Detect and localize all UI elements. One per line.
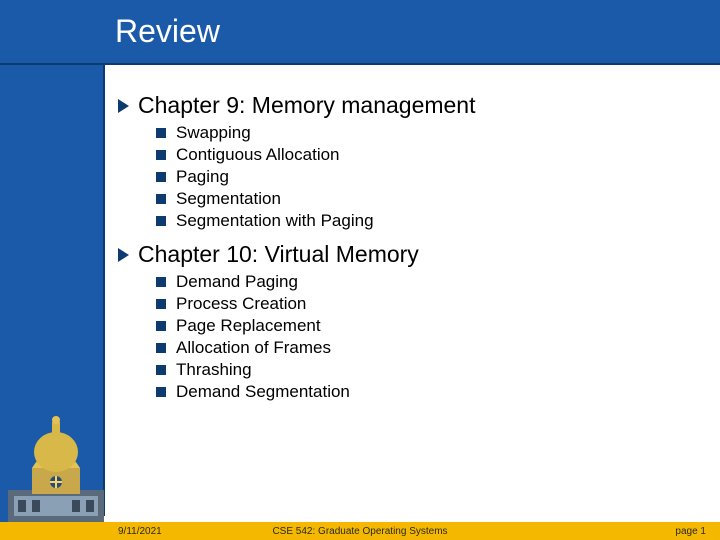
- footer-date: 9/11/2021: [118, 526, 162, 537]
- list-item: Segmentation with Paging: [156, 211, 700, 231]
- list-item: Demand Paging: [156, 272, 700, 292]
- triangle-bullet-icon: [118, 248, 129, 262]
- list-item: Demand Segmentation: [156, 382, 700, 402]
- square-bullet-icon: [156, 365, 166, 375]
- title-bar: Review: [0, 0, 720, 84]
- list-item-text: Swapping: [176, 123, 251, 143]
- square-bullet-icon: [156, 387, 166, 397]
- list-item: Allocation of Frames: [156, 338, 700, 358]
- square-bullet-icon: [156, 172, 166, 182]
- list-item-text: Paging: [176, 167, 229, 187]
- square-bullet-icon: [156, 321, 166, 331]
- dome-logo-icon: [8, 412, 104, 522]
- square-bullet-icon: [156, 128, 166, 138]
- list-item-text: Allocation of Frames: [176, 338, 331, 358]
- list-item: Page Replacement: [156, 316, 700, 336]
- list-item: Process Creation: [156, 294, 700, 314]
- list-item: Paging: [156, 167, 700, 187]
- title-separator: [0, 63, 720, 65]
- list-item: Thrashing: [156, 360, 700, 380]
- square-bullet-icon: [156, 299, 166, 309]
- list-item: Contiguous Allocation: [156, 145, 700, 165]
- slide-title: Review: [115, 13, 220, 50]
- section-heading: Chapter 9: Memory management: [118, 92, 700, 119]
- list-item: Swapping: [156, 123, 700, 143]
- list-item-text: Contiguous Allocation: [176, 145, 340, 165]
- list-item: Segmentation: [156, 189, 700, 209]
- section-heading: Chapter 10: Virtual Memory: [118, 241, 700, 268]
- list-item-text: Segmentation with Paging: [176, 211, 374, 231]
- footer-course: CSE 542: Graduate Operating Systems: [272, 526, 447, 537]
- content-area: Chapter 9: Memory management Swapping Co…: [118, 92, 700, 402]
- square-bullet-icon: [156, 216, 166, 226]
- square-bullet-icon: [156, 343, 166, 353]
- square-bullet-icon: [156, 194, 166, 204]
- list-item-text: Demand Paging: [176, 272, 298, 292]
- list-item-text: Demand Segmentation: [176, 382, 350, 402]
- footer: 9/11/2021 CSE 542: Graduate Operating Sy…: [0, 522, 720, 540]
- section-heading-text: Chapter 9: Memory management: [138, 92, 476, 119]
- slide: Review Chapter 9: Memory management Swap…: [0, 0, 720, 540]
- square-bullet-icon: [156, 150, 166, 160]
- list-item-text: Process Creation: [176, 294, 306, 314]
- square-bullet-icon: [156, 277, 166, 287]
- section-heading-text: Chapter 10: Virtual Memory: [138, 241, 419, 268]
- triangle-bullet-icon: [118, 99, 129, 113]
- list-item-text: Page Replacement: [176, 316, 321, 336]
- list-item-text: Thrashing: [176, 360, 252, 380]
- list-item-text: Segmentation: [176, 189, 281, 209]
- footer-page: page 1: [675, 526, 706, 537]
